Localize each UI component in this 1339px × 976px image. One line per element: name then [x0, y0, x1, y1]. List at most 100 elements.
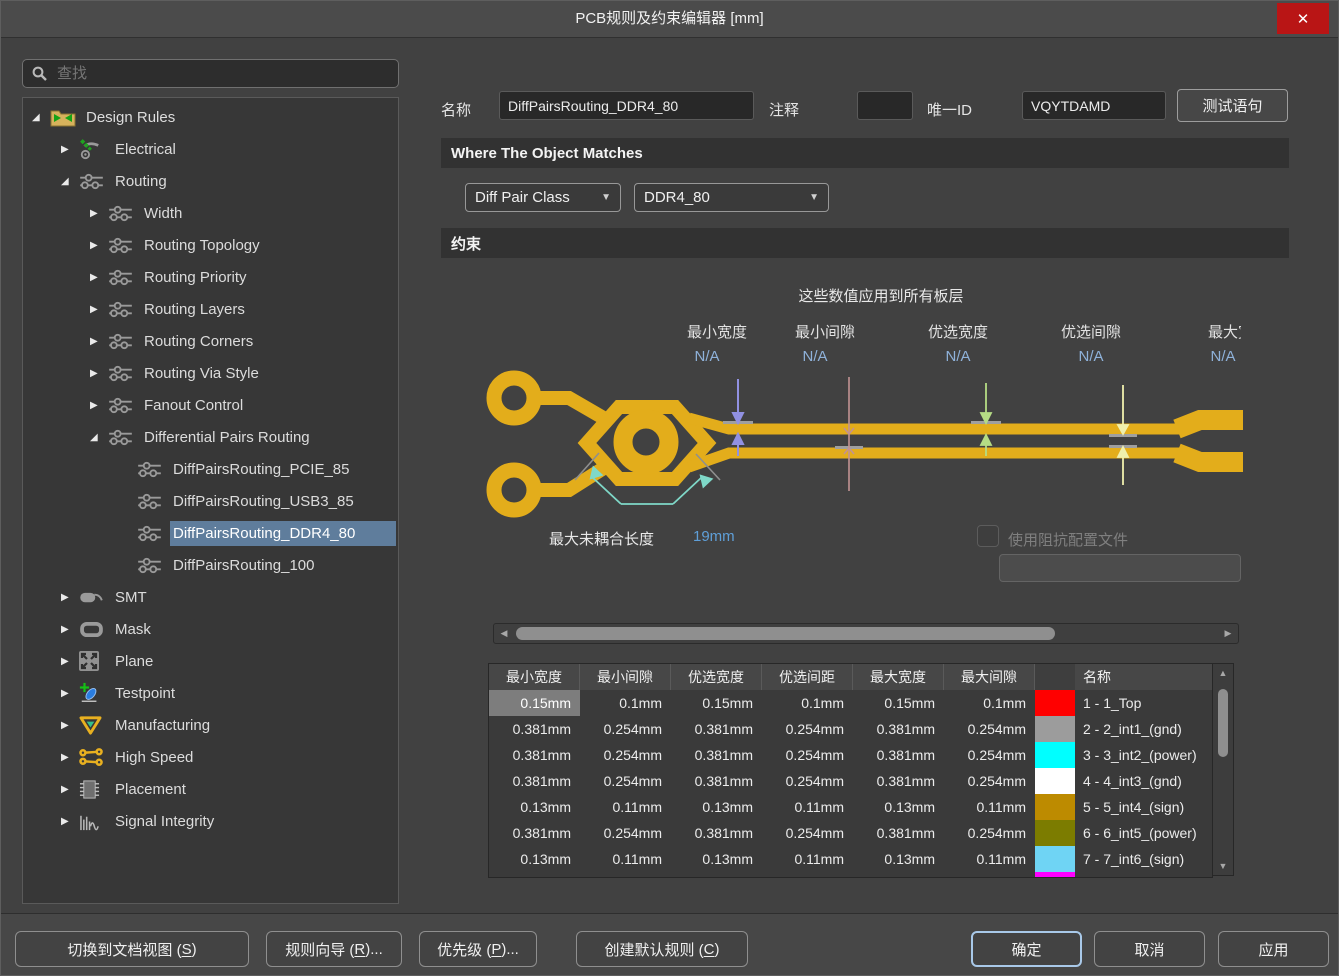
- tree-item-routing-via-style[interactable]: ▶Routing Via Style: [23, 357, 396, 389]
- layer-value-cell[interactable]: 0.254mm: [944, 820, 1035, 846]
- cancel-button[interactable]: 取消: [1094, 931, 1205, 967]
- expand-arrow-icon[interactable]: ▶: [90, 304, 108, 315]
- layer-value-cell[interactable]: 0.381mm: [489, 742, 580, 768]
- tree-item-width[interactable]: ▶Width: [23, 197, 396, 229]
- expand-arrow-icon[interactable]: ▶: [90, 240, 108, 251]
- layer-value-cell[interactable]: 0.254mm: [580, 716, 671, 742]
- layer-row[interactable]: 0.15mm0.1mm0.15mm0.1mm0.15mm0.1mm1 - 1_T…: [489, 690, 1212, 716]
- comment-input[interactable]: [857, 91, 913, 120]
- layer-value-cell[interactable]: 0.1mm: [944, 690, 1035, 716]
- create-default-rules-button[interactable]: 创建默认规则 (C): [576, 931, 748, 967]
- layer-value-cell[interactable]: 0.15mm: [671, 690, 762, 716]
- layer-value-cell[interactable]: 0.13mm: [489, 794, 580, 820]
- search-box[interactable]: [22, 59, 399, 88]
- tree-item-electrical[interactable]: ▶Electrical: [23, 133, 396, 165]
- expand-arrow-icon[interactable]: ▶: [61, 624, 79, 635]
- layer-row-partial[interactable]: [489, 872, 1212, 877]
- layer-value-cell[interactable]: 0.11mm: [762, 794, 853, 820]
- class-dropdown[interactable]: DDR4_80 ▼: [634, 183, 829, 212]
- tree-item-routing-corners[interactable]: ▶Routing Corners: [23, 325, 396, 357]
- layer-row[interactable]: 0.381mm0.254mm0.381mm0.254mm0.381mm0.254…: [489, 768, 1212, 794]
- horizontal-scroll-thumb[interactable]: [516, 627, 1055, 640]
- vertical-scroll-thumb[interactable]: [1218, 689, 1228, 757]
- impedance-profile-field[interactable]: [999, 554, 1241, 582]
- layer-value-cell[interactable]: 0.254mm: [762, 716, 853, 742]
- layer-row[interactable]: 0.381mm0.254mm0.381mm0.254mm0.381mm0.254…: [489, 742, 1212, 768]
- layer-value-cell[interactable]: 0.381mm: [853, 768, 944, 794]
- expand-arrow-icon[interactable]: ▶: [61, 592, 79, 603]
- scope-dropdown[interactable]: Diff Pair Class ▼: [465, 183, 621, 212]
- rule-wizard-button[interactable]: 规则向导 (R)...: [266, 931, 402, 967]
- layer-value-cell[interactable]: 0.15mm: [489, 690, 580, 716]
- tree-item-diffpairsrouting-ddr4-80[interactable]: DiffPairsRouting_DDR4_80: [23, 517, 396, 549]
- layer-value-cell[interactable]: 0.381mm: [489, 716, 580, 742]
- close-button[interactable]: ✕: [1277, 3, 1329, 34]
- layer-value-cell[interactable]: 0.381mm: [853, 716, 944, 742]
- layer-row[interactable]: 0.13mm0.11mm0.13mm0.11mm0.13mm0.11mm5 - …: [489, 794, 1212, 820]
- scroll-down-icon[interactable]: ▼: [1213, 859, 1233, 873]
- layer-row[interactable]: 0.13mm0.11mm0.13mm0.11mm0.13mm0.11mm7 - …: [489, 846, 1212, 872]
- column-header-1[interactable]: 最小间隙: [580, 664, 671, 690]
- layer-value-cell[interactable]: 0.254mm: [762, 768, 853, 794]
- tree-item-differential-pairs-routing[interactable]: ◢Differential Pairs Routing: [23, 421, 396, 453]
- layer-value-cell[interactable]: 0.254mm: [944, 742, 1035, 768]
- tree-item-testpoint[interactable]: ▶Testpoint: [23, 677, 396, 709]
- scroll-up-icon[interactable]: ▲: [1213, 666, 1233, 680]
- max-uncoupled-length-value[interactable]: 19mm: [693, 528, 735, 545]
- test-query-button[interactable]: 测试语句: [1177, 89, 1288, 122]
- layer-value-cell[interactable]: 0.13mm: [853, 794, 944, 820]
- expand-arrow-icon[interactable]: ▶: [90, 272, 108, 283]
- layer-value-cell[interactable]: 0.381mm: [489, 820, 580, 846]
- layer-value-cell[interactable]: 0.13mm: [489, 846, 580, 872]
- priorities-button[interactable]: 优先级 (P)...: [419, 931, 537, 967]
- tree-item-design-rules[interactable]: ◢Design Rules: [23, 101, 396, 133]
- expand-arrow-icon[interactable]: ▶: [61, 720, 79, 731]
- column-header-2[interactable]: 优选宽度: [671, 664, 762, 690]
- layer-value-cell[interactable]: 0.15mm: [853, 690, 944, 716]
- tree-item-manufacturing[interactable]: ▶Manufacturing: [23, 709, 396, 741]
- layer-value-cell[interactable]: 0.11mm: [944, 846, 1035, 872]
- tree-item-placement[interactable]: ▶Placement: [23, 773, 396, 805]
- layer-row[interactable]: 0.381mm0.254mm0.381mm0.254mm0.381mm0.254…: [489, 716, 1212, 742]
- apply-button[interactable]: 应用: [1218, 931, 1329, 967]
- layer-value-cell[interactable]: 0.13mm: [853, 846, 944, 872]
- switch-to-document-view-button[interactable]: 切换到文档视图 (S): [15, 931, 249, 967]
- expand-arrow-icon[interactable]: ▶: [61, 688, 79, 699]
- vertical-scrollbar[interactable]: ▲ ▼: [1212, 663, 1234, 876]
- tree-item-routing-layers[interactable]: ▶Routing Layers: [23, 293, 396, 325]
- search-input[interactable]: [55, 64, 389, 83]
- tree-item-diffpairsrouting-usb3-85[interactable]: DiffPairsRouting_USB3_85: [23, 485, 396, 517]
- tree-item-diffpairsrouting-100[interactable]: DiffPairsRouting_100: [23, 549, 396, 581]
- column-header-5[interactable]: 最大间隙: [944, 664, 1035, 690]
- tree-item-high-speed[interactable]: ▶High Speed: [23, 741, 396, 773]
- layer-value-cell[interactable]: 0.11mm: [762, 846, 853, 872]
- tree-item-plane[interactable]: ▶Plane: [23, 645, 396, 677]
- layer-value-cell[interactable]: 0.11mm: [580, 794, 671, 820]
- tree-item-signal-integrity[interactable]: ▶Signal Integrity: [23, 805, 396, 837]
- expand-arrow-icon[interactable]: ▶: [90, 208, 108, 219]
- expand-arrow-icon[interactable]: ▶: [90, 368, 108, 379]
- column-header-3[interactable]: 优选间距: [762, 664, 853, 690]
- collapse-arrow-icon[interactable]: ◢: [61, 176, 79, 187]
- layer-value-cell[interactable]: 0.11mm: [580, 846, 671, 872]
- layer-value-cell[interactable]: 0.254mm: [944, 768, 1035, 794]
- horizontal-scrollbar[interactable]: ◀ ▶: [493, 623, 1239, 644]
- expand-arrow-icon[interactable]: ▶: [61, 816, 79, 827]
- unique-id-input[interactable]: [1022, 91, 1166, 120]
- layer-value-cell[interactable]: 0.381mm: [853, 820, 944, 846]
- tree-item-fanout-control[interactable]: ▶Fanout Control: [23, 389, 396, 421]
- expand-arrow-icon[interactable]: ▶: [61, 144, 79, 155]
- scroll-right-icon[interactable]: ▶: [1220, 624, 1236, 643]
- column-header-4[interactable]: 最大宽度: [853, 664, 944, 690]
- ok-button[interactable]: 确定: [971, 931, 1082, 967]
- layer-value-cell[interactable]: 0.381mm: [489, 768, 580, 794]
- column-header-0[interactable]: 最小宽度: [489, 664, 580, 690]
- tree-item-routing-priority[interactable]: ▶Routing Priority: [23, 261, 396, 293]
- layer-value-cell[interactable]: 0.254mm: [580, 820, 671, 846]
- layer-value-cell[interactable]: 0.13mm: [671, 794, 762, 820]
- layer-value-cell[interactable]: 0.254mm: [580, 742, 671, 768]
- layer-value-cell[interactable]: 0.1mm: [580, 690, 671, 716]
- expand-arrow-icon[interactable]: ▶: [61, 752, 79, 763]
- layer-value-cell[interactable]: 0.13mm: [671, 846, 762, 872]
- rule-name-input[interactable]: [499, 91, 754, 120]
